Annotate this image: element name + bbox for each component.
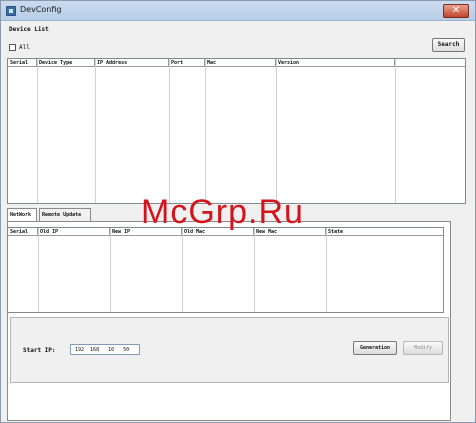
watermark-text: McGrp.Ru [141, 193, 304, 231]
column-divider [37, 59, 38, 203]
all-checkbox-label: All [19, 44, 30, 51]
column-divider [169, 59, 170, 203]
devconfig-window: DevConfig ✕ Device List All Search Seria… [0, 0, 476, 423]
start-ip-input[interactable]: 192 168 10 50 [70, 344, 140, 355]
device-list-label: Device List [9, 26, 49, 33]
network-list-table[interactable]: Serial Old IP New IP Old Mac New Mac Sta… [7, 227, 444, 313]
generation-button[interactable]: Generation [353, 341, 397, 355]
col-header-old-ip[interactable]: Old IP [38, 228, 110, 236]
modify-button[interactable]: Modify [403, 341, 443, 355]
col-header-port[interactable]: Port [169, 59, 205, 67]
column-divider [395, 59, 396, 203]
col-header-device-type[interactable]: Device Type [37, 59, 95, 67]
search-button[interactable]: Search [432, 38, 465, 52]
column-divider [326, 228, 327, 312]
column-divider [205, 59, 206, 203]
title-bar[interactable]: DevConfig ✕ [1, 1, 475, 21]
column-divider [182, 228, 183, 312]
col-header-serial[interactable]: Serial [8, 228, 38, 236]
column-divider [254, 228, 255, 312]
col-header-serial[interactable]: Serial [8, 59, 37, 67]
tab-remote-update[interactable]: Remote Update [39, 208, 91, 221]
device-list-header: Serial Device Type IP Address Port Mac V… [8, 59, 465, 67]
all-checkbox[interactable] [9, 44, 16, 51]
column-divider [276, 59, 277, 203]
column-divider [38, 228, 39, 312]
col-header-state[interactable]: State [326, 228, 443, 236]
start-ip-label: Start IP: [23, 347, 56, 354]
col-header-mac[interactable]: Mac [205, 59, 276, 67]
col-header-version[interactable]: Version [276, 59, 395, 67]
col-header-ip-address[interactable]: IP Address [95, 59, 169, 67]
window-title: DevConfig [20, 5, 62, 14]
device-list-table[interactable]: Serial Device Type IP Address Port Mac V… [7, 58, 466, 204]
column-divider [110, 228, 111, 312]
tab-network[interactable]: NetWork [7, 208, 37, 222]
close-button[interactable]: ✕ [443, 4, 469, 18]
column-divider [95, 59, 96, 203]
app-icon [6, 6, 16, 16]
